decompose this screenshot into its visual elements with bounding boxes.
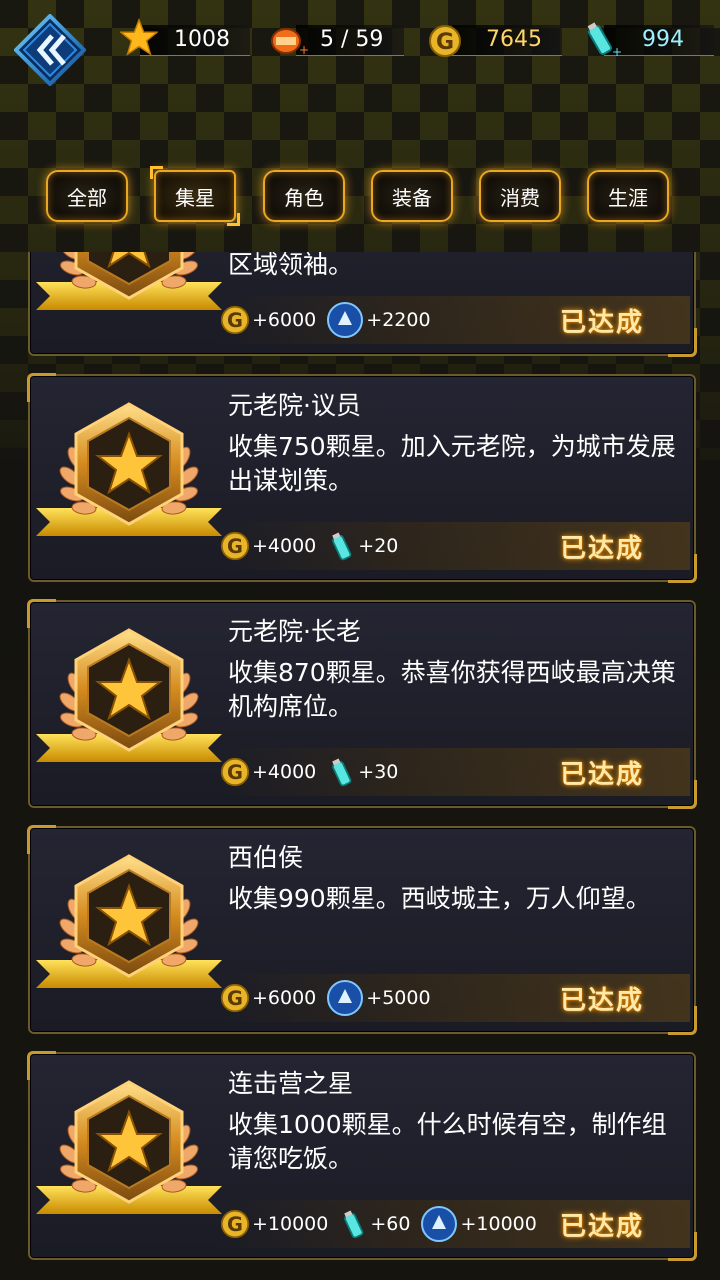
tab-label: 角色 xyxy=(284,185,324,210)
achievement-title: 连击营之星 xyxy=(228,1069,354,1098)
energy-bottle-icon: + xyxy=(587,22,622,59)
tab-label: 全部 xyxy=(67,185,107,210)
reward-badge: +2200 xyxy=(326,301,431,339)
energy-bottle-icon xyxy=(332,532,352,561)
gold-coin-icon: G xyxy=(429,25,461,57)
svg-text:G: G xyxy=(436,30,454,55)
blue-badge-icon xyxy=(327,302,364,338)
top-bar: 1008 + 5 / 59 G 7645 + 994 xyxy=(0,0,720,90)
reward-energy: +30 xyxy=(326,757,398,787)
star-medal-icon xyxy=(36,854,222,990)
blue-badge-icon xyxy=(327,980,364,1016)
svg-text:G: G xyxy=(227,761,243,784)
tab-label: 装备 xyxy=(392,185,432,210)
star-icon xyxy=(120,18,158,56)
stamina-value: 5 / 59 xyxy=(320,27,384,52)
blue-badge-icon xyxy=(421,1206,458,1242)
reward-amount: +20 xyxy=(358,535,399,557)
reward-amount: +5000 xyxy=(366,987,431,1009)
reward-strip: G +4000 +20 已达成 xyxy=(220,522,690,570)
achievement-card: 连击营之星 收集1000颗星。什么时候有空，制作组请您吃饭。 G +10000 … xyxy=(27,1051,697,1261)
achievement-desc: 收集750颗星。加入元老院，为城市发展出谋划策。 xyxy=(228,432,676,495)
reward-badge: +10000 xyxy=(420,1205,537,1243)
reward-amount: +2200 xyxy=(366,309,431,331)
star-medal-icon xyxy=(36,1080,222,1216)
star-medal-icon xyxy=(36,628,222,764)
tab-career[interactable]: 生涯 xyxy=(587,170,669,222)
filter-tabs: 全部 集星 角色 装备 消费 生涯 xyxy=(46,166,676,226)
gold-coin-icon: G xyxy=(220,757,250,787)
back-button[interactable] xyxy=(13,13,87,87)
gold-coin-icon: G xyxy=(220,983,250,1013)
achievement-title: 元老院·长老 xyxy=(228,617,361,646)
achievement-desc: 收集1000颗星。什么时候有空，制作组请您吃饭。 xyxy=(228,1110,667,1173)
double-chevron-left-icon xyxy=(13,13,87,87)
svg-text:+: + xyxy=(612,45,622,59)
tab-label: 生涯 xyxy=(608,185,648,210)
achievement-list[interactable]: 区域领袖。 G +6000 +2200 已达成 元老院·议员 收集750颗星。加… xyxy=(0,252,720,1280)
svg-text:G: G xyxy=(227,309,243,332)
stamina-counter[interactable]: 5 / 59 xyxy=(296,22,406,58)
status-badge: 已达成 xyxy=(559,759,644,790)
stars-value: 1008 xyxy=(174,27,230,52)
reward-amount: +6000 xyxy=(252,987,317,1009)
tab-equipment[interactable]: 装备 xyxy=(371,170,453,222)
reward-gold: G +4000 xyxy=(220,757,316,787)
reward-gold: G +6000 xyxy=(220,305,316,335)
reward-amount: +6000 xyxy=(252,309,317,331)
reward-energy: +60 xyxy=(338,1209,410,1239)
svg-text:+: + xyxy=(299,43,308,57)
status-badge: 已达成 xyxy=(559,985,644,1016)
reward-strip: G +10000 +60 +10000 已达成 xyxy=(220,1200,690,1248)
reward-amount: +4000 xyxy=(252,761,317,783)
tab-stars[interactable]: 集星 xyxy=(150,166,240,226)
reward-gold: G +10000 xyxy=(220,1209,328,1239)
svg-text:G: G xyxy=(227,1213,243,1236)
energy-bottle-icon xyxy=(344,1210,364,1239)
svg-text:G: G xyxy=(227,987,243,1010)
gold-coin-icon: G xyxy=(220,531,250,561)
achievement-card: 元老院·议员 收集750颗星。加入元老院，为城市发展出谋划策。 G +4000 … xyxy=(27,373,697,583)
reward-gold: G +4000 xyxy=(220,531,316,561)
status-badge: 已达成 xyxy=(559,533,644,564)
reward-amount: +4000 xyxy=(252,535,317,557)
reward-gold: G +6000 xyxy=(220,983,316,1013)
reward-energy: +20 xyxy=(326,531,398,561)
achievement-card: 西伯侯 收集990颗星。西岐城主，万人仰望。 G +6000 +5000 已达成 xyxy=(27,825,697,1035)
energy-bottle-icon xyxy=(332,758,352,787)
reward-amount: +10000 xyxy=(252,1213,329,1235)
tab-label: 集星 xyxy=(175,185,215,210)
reward-strip: G +6000 +5000 已达成 xyxy=(220,974,690,1022)
tab-label: 消费 xyxy=(500,185,540,210)
achievement-desc: 收集990颗星。西岐城主，万人仰望。 xyxy=(228,884,651,913)
gold-coin-icon: G xyxy=(220,1209,250,1239)
tab-all[interactable]: 全部 xyxy=(46,170,128,222)
reward-badge: +5000 xyxy=(326,979,431,1017)
gold-value: 7645 xyxy=(486,27,542,52)
gold-coin-icon: G xyxy=(220,305,250,335)
reward-amount: +30 xyxy=(358,761,399,783)
reward-strip: G +4000 +30 已达成 xyxy=(220,748,690,796)
reward-strip: G +6000 +2200 已达成 xyxy=(220,296,690,344)
svg-text:G: G xyxy=(227,535,243,558)
achievement-desc: 收集870颗星。恭喜你获得西岐最高决策机构席位。 xyxy=(228,658,676,721)
star-medal-icon xyxy=(36,252,222,312)
stamina-icon: + xyxy=(271,28,308,57)
gold-counter: 7645 xyxy=(452,22,562,58)
achievement-card: 元老院·长老 收集870颗星。恭喜你获得西岐最高决策机构席位。 G +4000 … xyxy=(27,599,697,809)
achievement-title: 元老院·议员 xyxy=(228,391,361,420)
achievement-title: 西伯侯 xyxy=(228,843,304,872)
status-badge: 已达成 xyxy=(559,307,644,338)
status-badge: 已达成 xyxy=(559,1211,644,1242)
reward-amount: +60 xyxy=(370,1213,411,1235)
energy-value: 994 xyxy=(642,27,684,52)
tab-characters[interactable]: 角色 xyxy=(263,170,345,222)
star-medal-icon xyxy=(36,402,222,538)
tab-consumption[interactable]: 消费 xyxy=(479,170,561,222)
reward-amount: +10000 xyxy=(460,1213,537,1235)
achievement-card: 区域领袖。 G +6000 +2200 已达成 xyxy=(28,252,697,357)
achievement-desc: 区域领袖。 xyxy=(228,252,354,279)
